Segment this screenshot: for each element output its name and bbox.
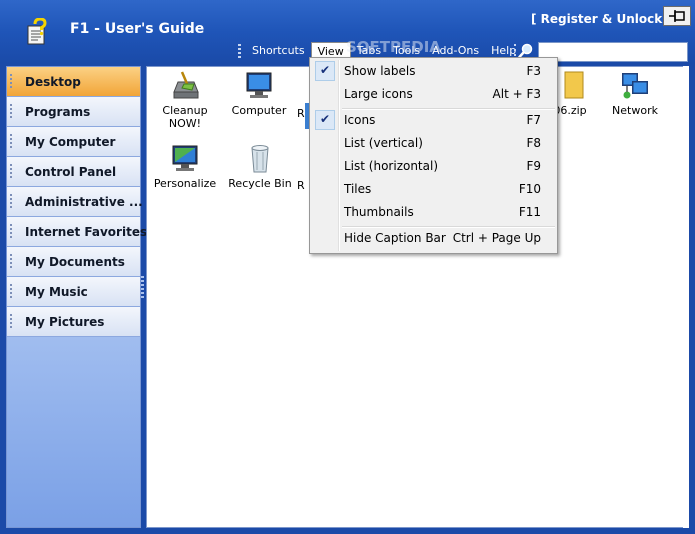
- menu-item-list-horizontal[interactable]: List (horizontal) F9: [312, 155, 555, 177]
- cleanup-icon: [173, 71, 199, 99]
- item-grip: [10, 284, 12, 299]
- caption-bar: F1 - User's Guide [ Register & Unlock ] …: [0, 0, 695, 64]
- register-unlock-link[interactable]: [ Register & Unlock ]: [531, 12, 672, 26]
- scrollbar[interactable]: [683, 66, 689, 528]
- network-icon: [622, 73, 648, 99]
- sidebar-item-label: My Pictures: [25, 315, 105, 329]
- menu-item-label: Hide Caption Bar: [344, 231, 446, 245]
- sidebar-item-programs[interactable]: Programs: [7, 97, 140, 127]
- file-label: Computer: [231, 104, 287, 117]
- menu-item-shortcut: F11: [518, 205, 541, 219]
- menu-item-shortcut: F8: [526, 136, 541, 150]
- sidebar-item-my-computer[interactable]: My Computer: [7, 127, 140, 157]
- sidebar-item-my-pictures[interactable]: My Pictures: [7, 307, 140, 337]
- item-grip: [10, 254, 12, 269]
- file-item[interactable]: Recycle Bin: [225, 143, 295, 190]
- file-item[interactable]: Cleanup NOW!: [157, 70, 213, 130]
- sidebar-item-label: Desktop: [25, 75, 81, 89]
- menu-item-shortcut: Ctrl + Page Up: [452, 231, 541, 245]
- item-grip: [10, 134, 12, 149]
- menu-item-label: Large icons: [344, 87, 413, 101]
- menu-item-list-vertical[interactable]: List (vertical) F8: [312, 132, 555, 154]
- menu-item-tiles[interactable]: Tiles F10: [312, 178, 555, 200]
- check-icon: [315, 110, 335, 130]
- sidebar-item-label: My Computer: [25, 135, 116, 149]
- menu-item-label: Tiles: [344, 182, 372, 196]
- item-grip: [10, 314, 12, 329]
- file-label: Recycle Bin: [228, 177, 292, 190]
- menu-item-label: Icons: [344, 113, 376, 127]
- sidebar-item-label: Control Panel: [25, 165, 117, 179]
- menu-item-label: List (horizontal): [344, 159, 439, 173]
- item-grip: [10, 74, 12, 89]
- sidebar-item-internet-favorites[interactable]: Internet Favorites: [7, 217, 147, 247]
- sidebar-splitter[interactable]: [141, 276, 144, 300]
- item-grip: [10, 104, 12, 119]
- sidebar-item-control-panel[interactable]: Control Panel: [7, 157, 140, 187]
- menu-shortcuts[interactable]: Shortcuts: [246, 42, 311, 60]
- menu-item-shortcut: F7: [526, 113, 541, 127]
- sidebar-item-label: Internet Favorites: [25, 225, 148, 239]
- file-label: Personalize: [153, 177, 217, 190]
- file-label: Cleanup NOW!: [162, 104, 208, 130]
- app-title: F1 - User's Guide: [70, 21, 205, 37]
- sidebar-item-label: My Documents: [25, 255, 125, 269]
- menu-item-label: List (vertical): [344, 136, 423, 150]
- item-grip: [10, 194, 12, 209]
- file-item[interactable]: Network: [607, 70, 663, 117]
- sidebar-item-label: Administrative ...: [25, 195, 143, 209]
- menu-item-show-labels[interactable]: Show labels F3: [312, 60, 555, 82]
- menu-item-hide-caption-bar[interactable]: Hide Caption Bar Ctrl + Page Up: [312, 227, 555, 249]
- item-grip: [10, 224, 12, 239]
- personalize-icon: [172, 145, 198, 171]
- menu-item-label: Show labels: [344, 64, 416, 78]
- sidebar-item-administrative[interactable]: Administrative ...: [7, 187, 143, 217]
- menu-item-shortcut: F9: [526, 159, 541, 173]
- sidebar: Desktop Programs My Computer Control Pan…: [6, 66, 147, 528]
- menu-item-shortcut: F10: [518, 182, 541, 196]
- help-document-icon: [27, 18, 47, 45]
- sidebar-item-label: My Music: [25, 285, 88, 299]
- sidebar-item-desktop[interactable]: Desktop: [7, 67, 140, 97]
- menu-item-large-icons[interactable]: Large icons Alt + F3: [312, 83, 555, 105]
- app-window: F1 - User's Guide [ Register & Unlock ] …: [0, 0, 695, 534]
- file-label: Network: [612, 104, 658, 117]
- sidebar-item-my-documents[interactable]: My Documents: [7, 247, 140, 277]
- zip-file-icon: [564, 71, 584, 99]
- recycle-bin-icon: [251, 145, 269, 173]
- pin-icon: [669, 10, 685, 22]
- menu-item-thumbnails[interactable]: Thumbnails F11: [312, 201, 555, 223]
- menu-item-icons[interactable]: Icons F7: [312, 109, 555, 131]
- menu-item-shortcut: Alt + F3: [492, 87, 541, 101]
- menubar-grip[interactable]: [238, 44, 241, 58]
- item-grip: [10, 164, 12, 179]
- check-icon: [315, 61, 335, 81]
- view-menu-dropdown: Show labels F3 Large icons Alt + F3 Icon…: [309, 57, 558, 254]
- sidebar-item-label: Programs: [25, 105, 91, 119]
- file-item[interactable]: Personalize: [153, 143, 217, 190]
- file-item[interactable]: Computer: [231, 70, 287, 117]
- menu-item-label: Thumbnails: [344, 205, 414, 219]
- menu-item-shortcut: F3: [526, 64, 541, 78]
- search-input[interactable]: [538, 42, 688, 62]
- computer-icon: [246, 72, 272, 98]
- sidebar-item-my-music[interactable]: My Music: [7, 277, 140, 307]
- pin-button[interactable]: [663, 6, 691, 26]
